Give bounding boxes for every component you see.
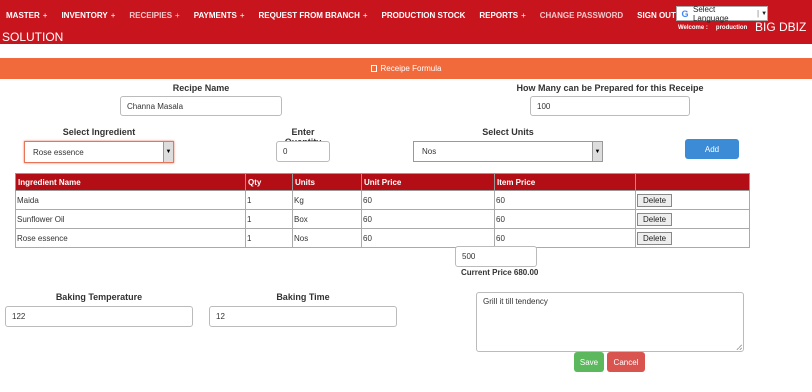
ingredient-select[interactable]: Rose essence ▼ [24,141,174,163]
nav-inventory-plus: + [110,11,116,20]
cell-units: Box [292,209,362,229]
nav-inventory-label: INVENTORY [61,11,108,20]
nav-inventory[interactable]: INVENTORY + [61,11,115,20]
quantity-input[interactable] [276,141,330,162]
nav-master-label: MASTER [6,11,40,20]
nav-master-plus: + [42,11,48,20]
units-select-value: Nos [422,147,437,156]
prepared-count-label: How Many can be Prepared for this Receip… [516,83,704,93]
nav-payments[interactable]: PAYMENTS + [194,11,245,20]
recipe-name-input[interactable] [120,96,282,116]
nav-request-label: REQUEST FROM BRANCH [258,11,360,20]
nav-reports-label: REPORTS [479,11,519,20]
col-action [635,173,750,191]
cancel-button[interactable]: Cancel [607,352,645,372]
cell-qty: 1 [245,190,293,210]
col-units: Units [292,173,362,191]
formula-bar-label: Receipe Formula [380,64,442,73]
nav-request-from-branch[interactable]: REQUEST FROM BRANCH + [259,11,368,20]
receipe-formula-bar: Receipe Formula [0,58,812,79]
nav-sign-out-label: SIGN OUT [637,11,676,20]
brand-name-continued: SOLUTION [2,30,64,44]
cell-action: Delete [635,190,750,210]
recipe-name-label: Recipe Name [172,83,230,93]
units-select[interactable]: Nos ▼ [413,141,603,162]
baking-temperature-input[interactable] [5,306,193,327]
main-nav: MASTER + INVENTORY + RECEIPIES + PAYMENTS + … [6,11,690,20]
col-qty: Qty [245,173,293,191]
nav-receipies-plus: + [175,11,180,20]
baking-notes-textarea[interactable]: Grill it till tendency [476,292,744,352]
baking-time-input[interactable] [209,306,397,327]
nav-receipies[interactable]: RECEIPIES + [129,11,179,20]
chevron-down-icon: ▼ [761,10,768,17]
resize-grip-icon[interactable] [736,344,742,350]
cell-unit-price: 60 [361,228,495,248]
save-button[interactable]: Save [574,352,604,372]
welcome-text: Welcome : production [678,25,747,31]
nav-receipies-label: RECEIPIES [129,11,173,20]
cell-qty: 1 [245,228,293,248]
add-button[interactable]: Add [685,139,739,159]
nav-payments-label: PAYMENTS [193,11,237,20]
table-row: Maida 1 Kg 60 60 Delete [15,190,750,210]
baking-time-label: Baking Time [276,292,330,302]
cell-qty: 1 [245,209,293,229]
cell-item-price: 60 [494,190,636,210]
nav-change-password[interactable]: CHANGE PASSWORD [540,11,623,20]
cell-action: Delete [635,228,750,248]
current-price-text: Current Price 680.00 [461,268,539,277]
file-icon [370,65,377,72]
prepared-count-input[interactable] [530,96,690,116]
welcome-label: Welcome : [678,25,708,31]
table-row: Sunflower Oil 1 Box 60 60 Delete [15,209,750,229]
nav-reports-plus: + [521,11,526,20]
col-ingredient-name: Ingredient Name [15,173,246,191]
cell-units: Kg [292,190,362,210]
cell-name: Rose essence [15,228,246,248]
nav-production-stock-label: PRODUCTION STOCK [381,11,466,20]
google-g-icon: G [681,8,689,19]
cell-units: Nos [292,228,362,248]
cell-item-price: 60 [494,209,636,229]
nav-sign-out[interactable]: SIGN OUT [637,11,676,20]
delete-button[interactable]: Delete [637,212,673,226]
cell-unit-price: 60 [361,209,495,229]
nav-production-stock[interactable]: PRODUCTION STOCK [382,11,466,20]
ingredients-table: Ingredient Name Qty Units Unit Price Ite… [15,173,750,248]
total-price-input[interactable] [455,246,537,267]
welcome-user: production [715,25,748,31]
brand-name: BIG DBIZ [755,20,807,34]
col-unit-price: Unit Price [361,173,495,191]
nav-reports[interactable]: REPORTS + [479,11,525,20]
language-select-label: Select Language [692,4,729,23]
nav-change-password-label: CHANGE PASSWORD [539,11,624,20]
cell-name: Sunflower Oil [15,209,246,229]
chevron-down-icon: ▼ [163,142,173,162]
cell-unit-price: 60 [361,190,495,210]
nav-payments-plus: + [239,11,245,20]
delete-button[interactable]: Delete [637,231,673,245]
nav-master[interactable]: MASTER + [6,11,47,20]
nav-request-plus: + [362,11,368,20]
select-ingredient-label: Select Ingredient [62,127,136,137]
table-row: Rose essence 1 Nos 60 60 Delete [15,228,750,248]
table-header-row: Ingredient Name Qty Units Unit Price Ite… [15,173,750,191]
ingredient-select-value: Rose essence [33,147,84,157]
cell-item-price: 60 [494,228,636,248]
language-separator: | [756,9,760,18]
cell-name: Maida [15,190,246,210]
language-select[interactable]: G Select Language | ▼ [676,4,768,23]
col-item-price: Item Price [494,173,636,191]
cell-action: Delete [635,209,750,229]
delete-button[interactable]: Delete [637,193,673,207]
top-navbar: MASTER + INVENTORY + RECEIPIES + PAYMENTS + … [0,0,812,44]
chevron-down-icon: ▼ [592,142,602,161]
baking-temperature-label: Baking Temperature [55,292,143,302]
select-units-label: Select Units [482,127,534,137]
